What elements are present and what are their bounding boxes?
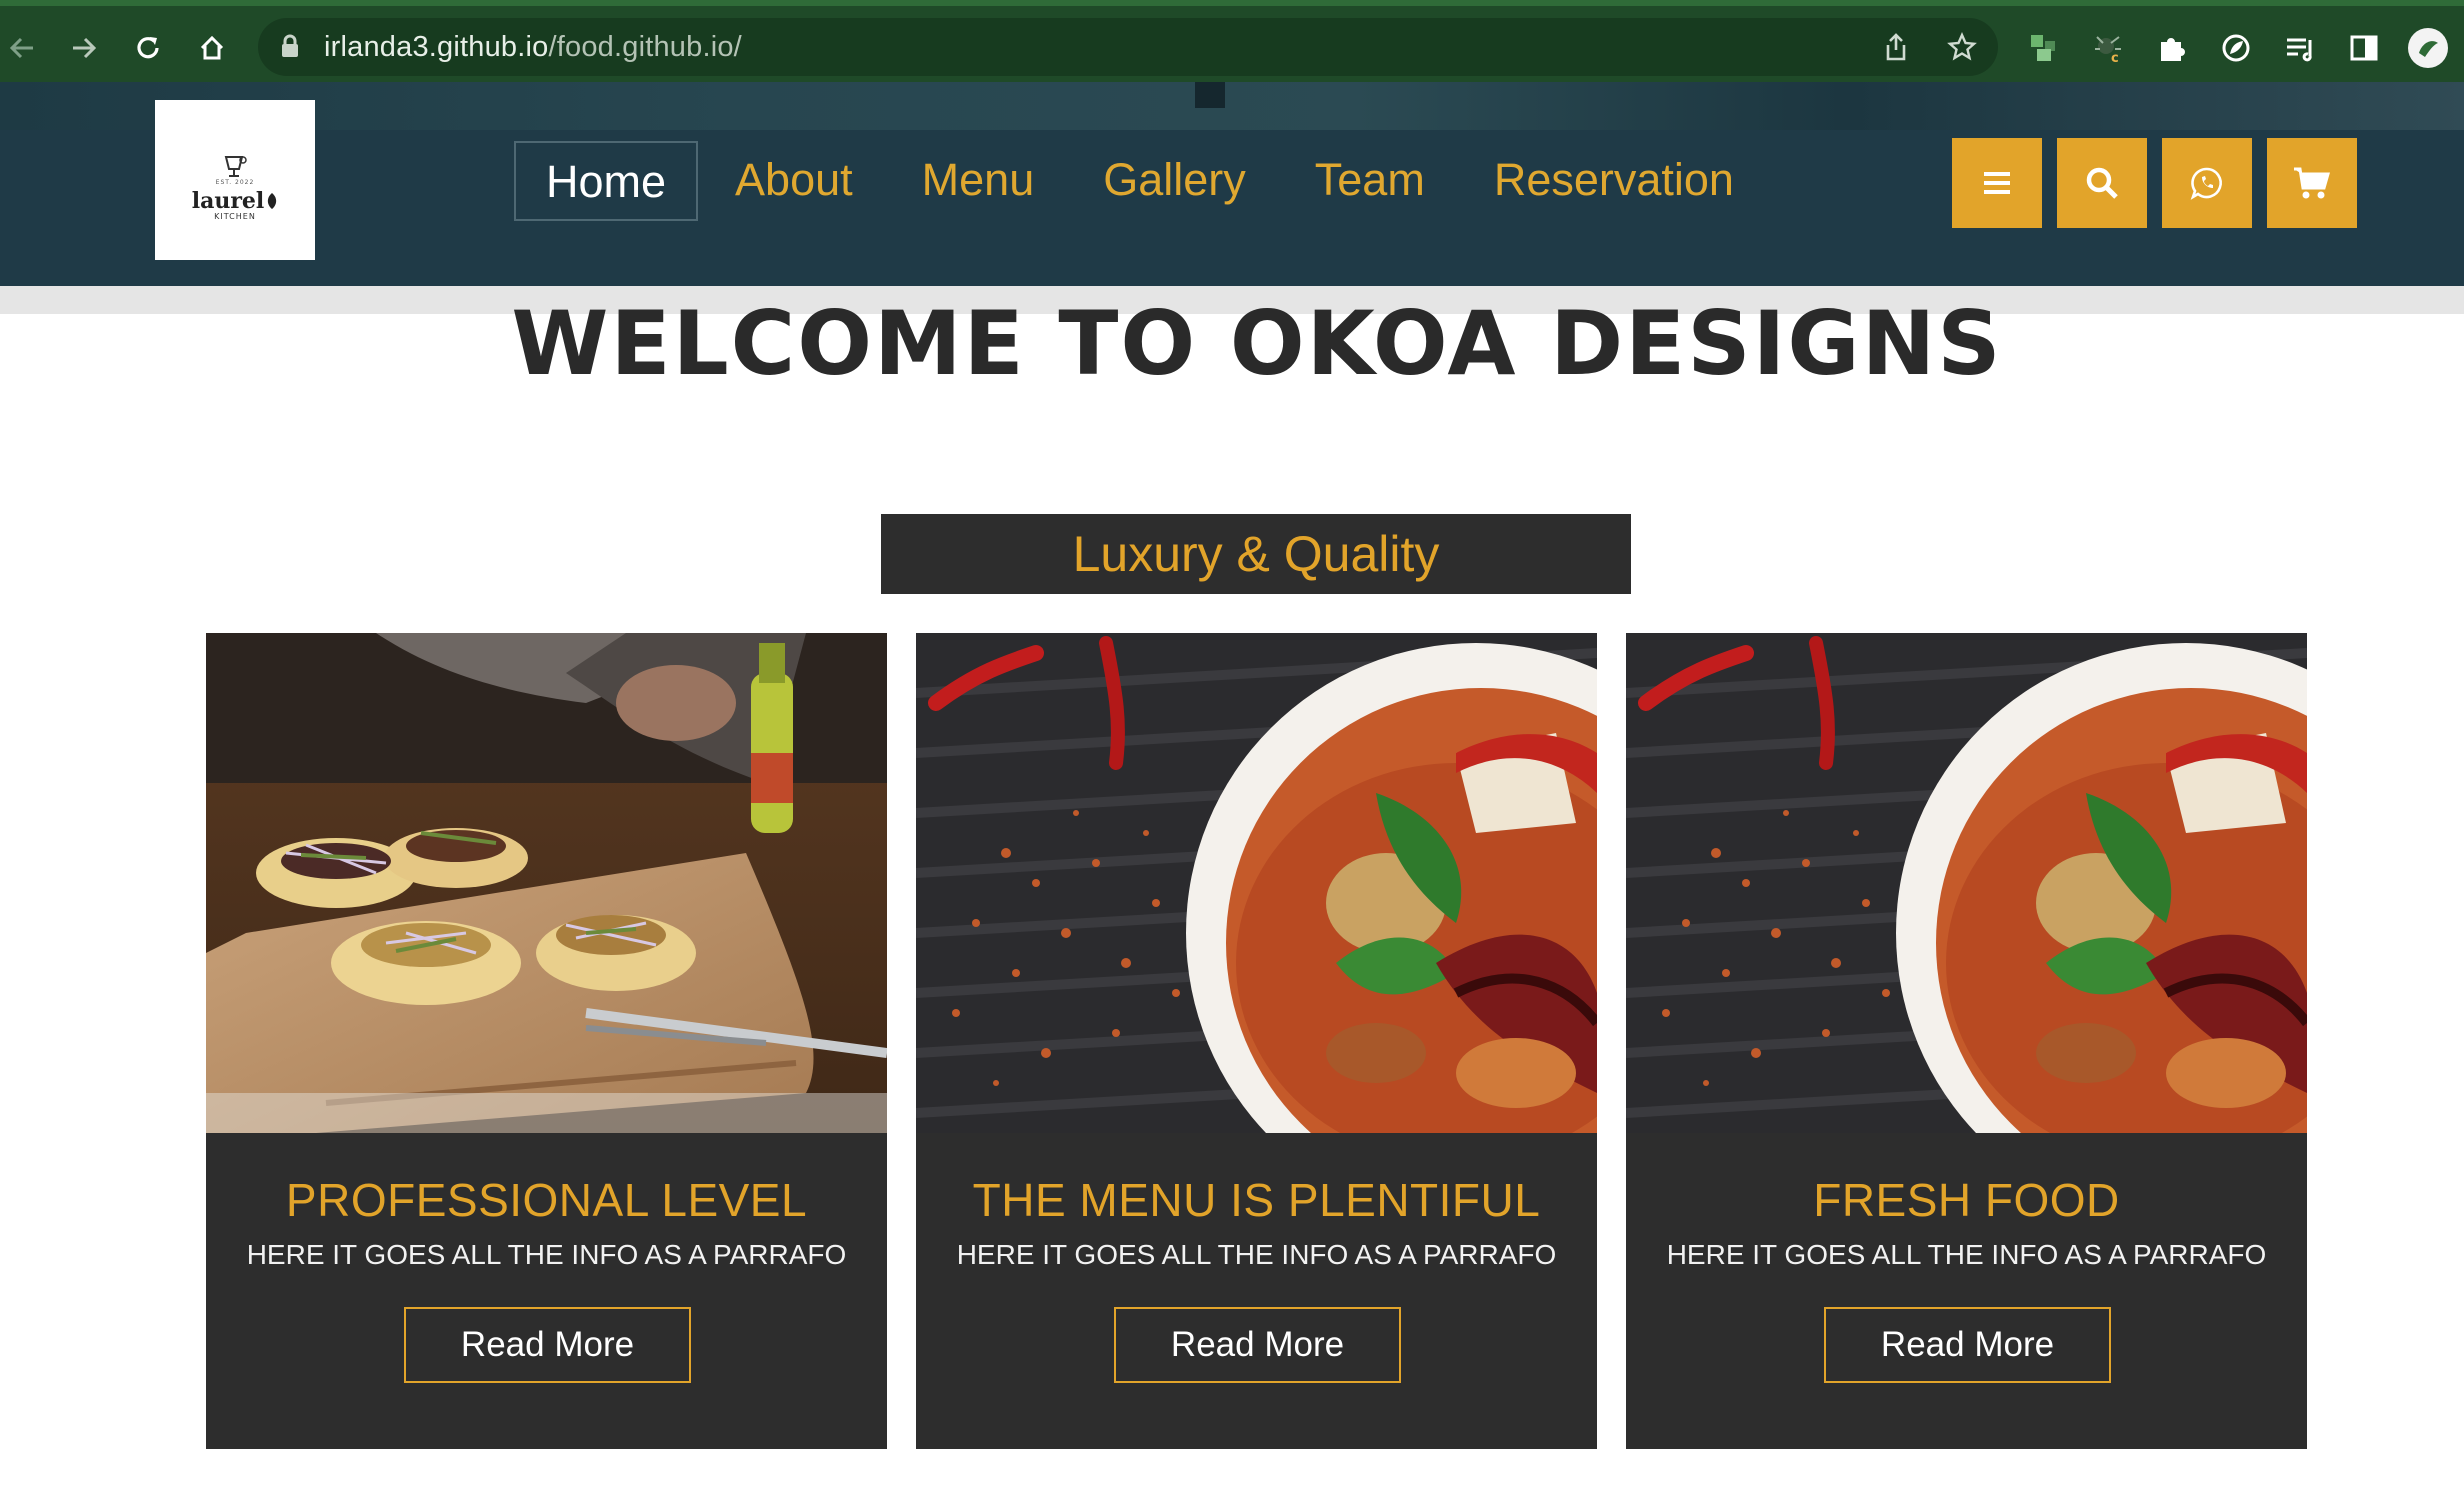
- feature-card-professional: PROFESSIONAL LEVEL HERE IT GOES ALL THE …: [206, 633, 887, 1449]
- logo-brand: laurel: [192, 188, 279, 214]
- card-image-curry: [1626, 633, 2307, 1133]
- extension-green-icon[interactable]: [2022, 26, 2066, 70]
- tagline-banner: Luxury & Quality: [881, 514, 1631, 594]
- nav-reservation[interactable]: Reservation: [1462, 141, 1766, 221]
- read-more-button[interactable]: Read More: [1114, 1307, 1401, 1383]
- url-text[interactable]: irlanda3.github.io/food.github.io/: [324, 31, 742, 64]
- leaf-logo-icon: [268, 192, 277, 209]
- reading-list-icon[interactable]: [2278, 26, 2322, 70]
- lock-icon[interactable]: [280, 34, 300, 58]
- hero-background-strip: [0, 82, 2464, 130]
- search-button[interactable]: [2057, 138, 2147, 228]
- shopping-cart-icon: [2294, 167, 2330, 199]
- bookmark-star-icon[interactable]: [1946, 31, 1978, 63]
- reload-icon[interactable]: [126, 26, 170, 70]
- main-navigation: Home About Menu Gallery Team Reservation: [514, 140, 1771, 222]
- nav-about[interactable]: About: [703, 141, 885, 221]
- feature-card-menu: THE MENU IS PLENTIFUL HERE IT GOES ALL T…: [916, 633, 1597, 1449]
- whatsapp-button[interactable]: [2162, 138, 2252, 228]
- hamburger-menu-button[interactable]: [1952, 138, 2042, 228]
- whatsapp-icon: [2190, 167, 2222, 200]
- card-image-curry: [916, 633, 1597, 1133]
- profile-avatar-icon[interactable]: [2406, 26, 2450, 70]
- nav-home[interactable]: Home: [514, 141, 699, 221]
- read-more-button[interactable]: Read More: [1824, 1307, 2111, 1383]
- nav-team[interactable]: Team: [1283, 141, 1457, 221]
- card-text: HERE IT GOES ALL THE INFO AS A PARRAFO: [956, 1239, 1557, 1270]
- share-icon[interactable]: [1880, 31, 1912, 63]
- search-icon: [2086, 167, 2118, 199]
- card-text: HERE IT GOES ALL THE INFO AS A PARRAFO: [1666, 1239, 2267, 1270]
- card-text: HERE IT GOES ALL THE INFO AS A PARRAFO: [246, 1239, 847, 1270]
- hamburger-menu-icon: [1984, 172, 2010, 194]
- header-action-buttons: [1952, 138, 2357, 228]
- logo-established: EST. 2022: [215, 178, 255, 186]
- card-title: FRESH FOOD: [1813, 1174, 2120, 1226]
- welcome-heading: WELCOME TO OKOA DESIGNS: [511, 292, 2003, 395]
- nav-gallery[interactable]: Gallery: [1071, 141, 1278, 221]
- cart-button[interactable]: [2267, 138, 2357, 228]
- cocktail-logo-icon: [224, 155, 247, 177]
- home-icon[interactable]: [190, 26, 234, 70]
- browser-toolbar: irlanda3.github.io/food.github.io/ c: [0, 0, 2464, 82]
- back-icon[interactable]: [0, 26, 44, 70]
- svg-text:c: c: [2111, 51, 2119, 65]
- feature-card-fresh: FRESH FOOD HERE IT GOES ALL THE INFO AS …: [1626, 633, 2307, 1449]
- leaf-extension-icon[interactable]: [2214, 26, 2258, 70]
- puzzle-extensions-icon[interactable]: [2150, 26, 2194, 70]
- forward-icon[interactable]: [62, 26, 106, 70]
- card-title: THE MENU IS PLENTIFUL: [972, 1174, 1541, 1226]
- site-logo[interactable]: EST. 2022 laurel KITCHEN: [155, 100, 315, 260]
- card-title: PROFESSIONAL LEVEL: [285, 1174, 808, 1226]
- nav-menu[interactable]: Menu: [890, 141, 1067, 221]
- logo-subtitle: KITCHEN: [214, 211, 256, 221]
- side-panel-icon[interactable]: [2342, 26, 2386, 70]
- address-bar[interactable]: irlanda3.github.io/food.github.io/: [258, 18, 1998, 76]
- read-more-button[interactable]: Read More: [404, 1307, 691, 1383]
- card-image-tacos: [206, 633, 887, 1133]
- extension-bug-icon[interactable]: c: [2086, 26, 2130, 70]
